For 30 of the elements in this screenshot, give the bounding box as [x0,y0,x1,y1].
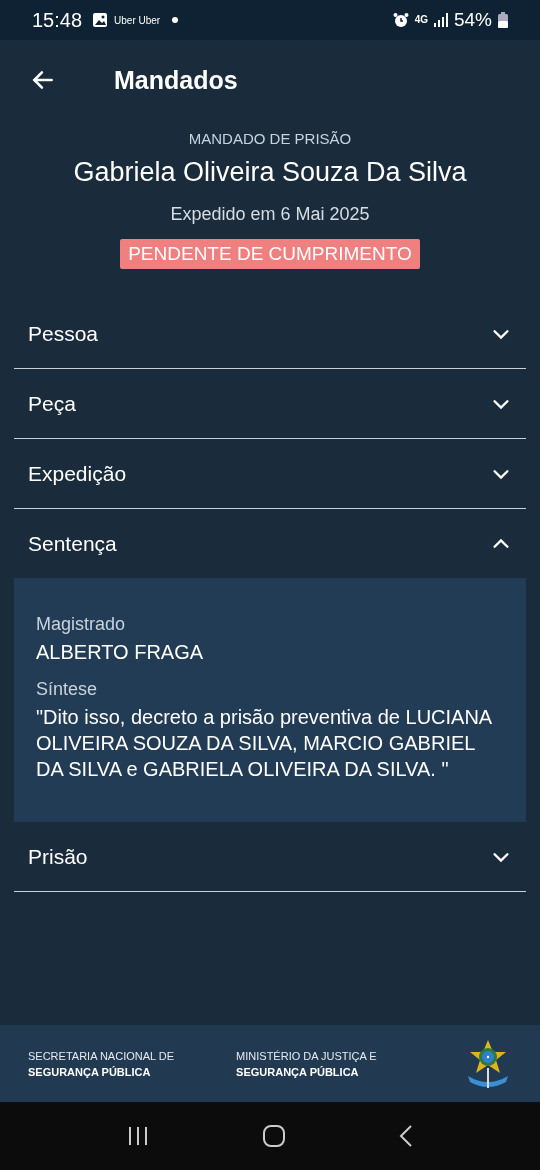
notification-text: Uber Uber [114,14,161,26]
dot-icon [172,17,179,23]
battery-level: 54% [453,9,492,31]
field-value: ALBERTO FRAGA [36,640,205,665]
page-title: Mandados [114,65,238,95]
section-header[interactable]: Peça [14,369,526,438]
warrant-type: MANDADO DE PRISÃO [188,130,352,147]
section-header[interactable]: Expedição [14,439,526,508]
home-icon[interactable] [262,1124,286,1148]
person-name: Gabriela Oliveira Souza Da Silva [73,157,467,188]
field-value: "Dito isso, decreto a prisão preventiva de LUCIANA OLIVEIRA SOUZA DA SILVA, MARCIO GABRIEL DA SILVA e GABRIELA OLIVEIRA DA SILVA. " [36,705,493,782]
agency-name: SEGURANÇA PÚBLICA [236,1065,360,1078]
field-label: Magistrado [36,614,127,635]
agency-name: MINISTÉRIO DA JUSTIÇA E [236,1049,377,1062]
network-type: 4G [414,15,428,25]
signal-icon [433,13,448,27]
section-header[interactable]: Sentença [14,509,526,578]
section-header[interactable]: Prisão [14,822,526,891]
alarm-icon [392,12,409,28]
agency-name: SEGURANÇA PÚBLICA [28,1065,152,1078]
issue-date: Expedido em 6 Mai 2025 [170,204,370,225]
field-label: Síntese [36,679,99,700]
agency-name: SECRETARIA NACIONAL DE [28,1049,175,1062]
back-icon[interactable] [398,1124,414,1148]
clock-time: 15:48 [32,8,83,32]
battery-icon [498,12,508,28]
section-header[interactable]: Pessoa [14,299,526,368]
recent-apps-icon[interactable] [126,1125,150,1147]
status-badge: PENDENTE DE CUMPRIMENTO [120,239,420,269]
image-icon [92,12,109,28]
